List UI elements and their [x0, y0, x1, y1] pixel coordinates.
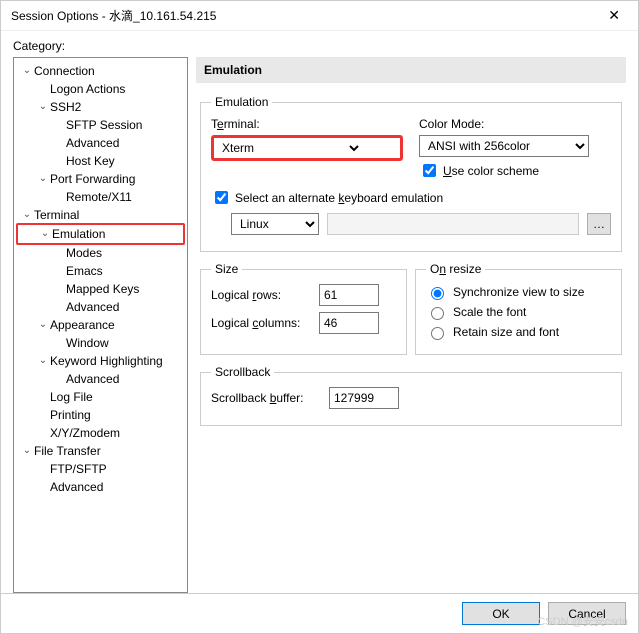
scrollback-group: Scrollback Scrollback buffer:	[200, 365, 622, 426]
emulation-legend: Emulation	[211, 95, 272, 109]
panel-title: Emulation	[196, 57, 626, 83]
tree-item-label: Port Forwarding	[50, 170, 135, 188]
category-label: Category:	[13, 39, 626, 53]
terminal-select[interactable]: Xterm	[214, 138, 362, 158]
tree-item-sftp-session[interactable]: SFTP Session	[16, 116, 185, 134]
tree-item-terminal[interactable]: ⌄Terminal	[16, 206, 185, 224]
chevron-down-icon: ⌄	[36, 352, 50, 370]
tree-item-label: Emulation	[52, 225, 105, 243]
chevron-down-icon: ⌄	[20, 442, 34, 460]
tree-item-mapped-keys[interactable]: Mapped Keys	[16, 280, 185, 298]
dialog-body: Category: ⌄ConnectionLogon Actions⌄SSH2S…	[1, 31, 638, 593]
tree-item-label: File Transfer	[34, 442, 101, 460]
tree-item-host-key[interactable]: Host Key	[16, 152, 185, 170]
tree-item-label: Keyword Highlighting	[50, 352, 163, 370]
tree-item-label: SSH2	[50, 98, 81, 116]
close-icon[interactable]: ✕	[600, 3, 628, 28]
tree-item-label: Window	[66, 334, 109, 352]
tree-item-label: Terminal	[34, 206, 79, 224]
tree-item-keyword-highlighting[interactable]: ⌄Keyword Highlighting	[16, 352, 185, 370]
emulation-group: Emulation Terminal: Xterm Color Mode: AN…	[200, 95, 622, 252]
tree-item-label: Connection	[34, 62, 95, 80]
chevron-down-icon: ⌄	[36, 98, 50, 116]
tree-item-label: Advanced	[50, 478, 103, 496]
alt-keyboard-checkbox[interactable]: Select an alternate keyboard emulation	[211, 188, 611, 207]
keyboard-browse-button[interactable]: …	[587, 213, 611, 235]
size-group: Size Logical rows: Logical columns:	[200, 262, 407, 355]
tree-item-label: Advanced	[66, 134, 119, 152]
scrollback-input[interactable]	[329, 387, 399, 409]
tree-item-advanced[interactable]: Advanced	[16, 478, 185, 496]
tree-item-label: SFTP Session	[66, 116, 142, 134]
tree-item-label: Logon Actions	[50, 80, 125, 98]
use-color-scheme-checkbox[interactable]: Use color scheme	[419, 161, 611, 180]
alt-keyboard-input[interactable]	[215, 191, 228, 204]
dialog-footer: OK Cancel CSDN @安安csdn	[1, 593, 638, 633]
tree-item-label: Advanced	[66, 370, 119, 388]
chevron-down-icon: ⌄	[36, 316, 50, 334]
use-color-scheme-input[interactable]	[423, 164, 436, 177]
titlebar: Session Options - 水滴_10.161.54.215 ✕	[1, 1, 638, 31]
tree-item-advanced[interactable]: Advanced	[16, 370, 185, 388]
settings-panel: Emulation Emulation Terminal: Xterm Colo…	[196, 57, 626, 593]
scrollback-label: Scrollback buffer:	[211, 391, 321, 405]
chevron-down-icon: ⌄	[20, 206, 34, 224]
tree-item-appearance[interactable]: ⌄Appearance	[16, 316, 185, 334]
tree-item-window[interactable]: Window	[16, 334, 185, 352]
category-tree[interactable]: ⌄ConnectionLogon Actions⌄SSH2SFTP Sessio…	[13, 57, 188, 593]
tree-item-label: Printing	[50, 406, 91, 424]
tree-item-label: X/Y/Zmodem	[50, 424, 120, 442]
resize-group: On resize Synchronize view to size Scale…	[415, 262, 622, 355]
tree-item-label: FTP/SFTP	[50, 460, 107, 478]
chevron-down-icon: ⌄	[36, 170, 50, 188]
keyboard-path-field	[327, 213, 579, 235]
tree-item-emulation[interactable]: ⌄Emulation	[16, 223, 185, 245]
logical-cols-input[interactable]	[319, 312, 379, 334]
tree-item-x-y-zmodem[interactable]: X/Y/Zmodem	[16, 424, 185, 442]
size-legend: Size	[211, 262, 242, 276]
tree-item-label: Appearance	[50, 316, 115, 334]
keyboard-select[interactable]: Linux	[231, 213, 319, 235]
tree-item-label: Mapped Keys	[66, 280, 139, 298]
scrollback-legend: Scrollback	[211, 365, 274, 379]
chevron-down-icon: ⌄	[38, 225, 52, 243]
sync-radio[interactable]: Synchronize view to size	[426, 284, 611, 300]
tree-item-logon-actions[interactable]: Logon Actions	[16, 80, 185, 98]
color-mode-label: Color Mode:	[419, 117, 611, 131]
tree-item-label: Log File	[50, 388, 93, 406]
resize-legend: On resize	[426, 262, 485, 276]
tree-item-label: Host Key	[66, 152, 115, 170]
chevron-down-icon: ⌄	[20, 62, 34, 80]
tree-item-port-forwarding[interactable]: ⌄Port Forwarding	[16, 170, 185, 188]
window-title: Session Options - 水滴_10.161.54.215	[11, 7, 600, 24]
tree-item-emacs[interactable]: Emacs	[16, 262, 185, 280]
tree-item-advanced[interactable]: Advanced	[16, 134, 185, 152]
ok-button[interactable]: OK	[462, 602, 540, 625]
tree-item-label: Emacs	[66, 262, 103, 280]
terminal-select-highlight: Xterm	[211, 135, 403, 161]
logical-cols-label: Logical columns:	[211, 316, 311, 330]
tree-item-ssh2[interactable]: ⌄SSH2	[16, 98, 185, 116]
logical-rows-label: Logical rows:	[211, 288, 311, 302]
tree-item-ftp-sftp[interactable]: FTP/SFTP	[16, 460, 185, 478]
tree-item-modes[interactable]: Modes	[16, 244, 185, 262]
tree-item-label: Modes	[66, 244, 102, 262]
cancel-button[interactable]: Cancel	[548, 602, 626, 625]
retain-radio[interactable]: Retain size and font	[426, 324, 611, 340]
scale-radio[interactable]: Scale the font	[426, 304, 611, 320]
color-mode-select[interactable]: ANSI with 256color	[419, 135, 589, 157]
tree-item-advanced[interactable]: Advanced	[16, 298, 185, 316]
tree-item-file-transfer[interactable]: ⌄File Transfer	[16, 442, 185, 460]
tree-item-connection[interactable]: ⌄Connection	[16, 62, 185, 80]
tree-item-printing[interactable]: Printing	[16, 406, 185, 424]
logical-rows-input[interactable]	[319, 284, 379, 306]
tree-item-log-file[interactable]: Log File	[16, 388, 185, 406]
tree-item-label: Remote/X11	[66, 188, 132, 206]
terminal-label: Terminal:	[211, 117, 403, 131]
tree-item-remote-x11[interactable]: Remote/X11	[16, 188, 185, 206]
tree-item-label: Advanced	[66, 298, 119, 316]
